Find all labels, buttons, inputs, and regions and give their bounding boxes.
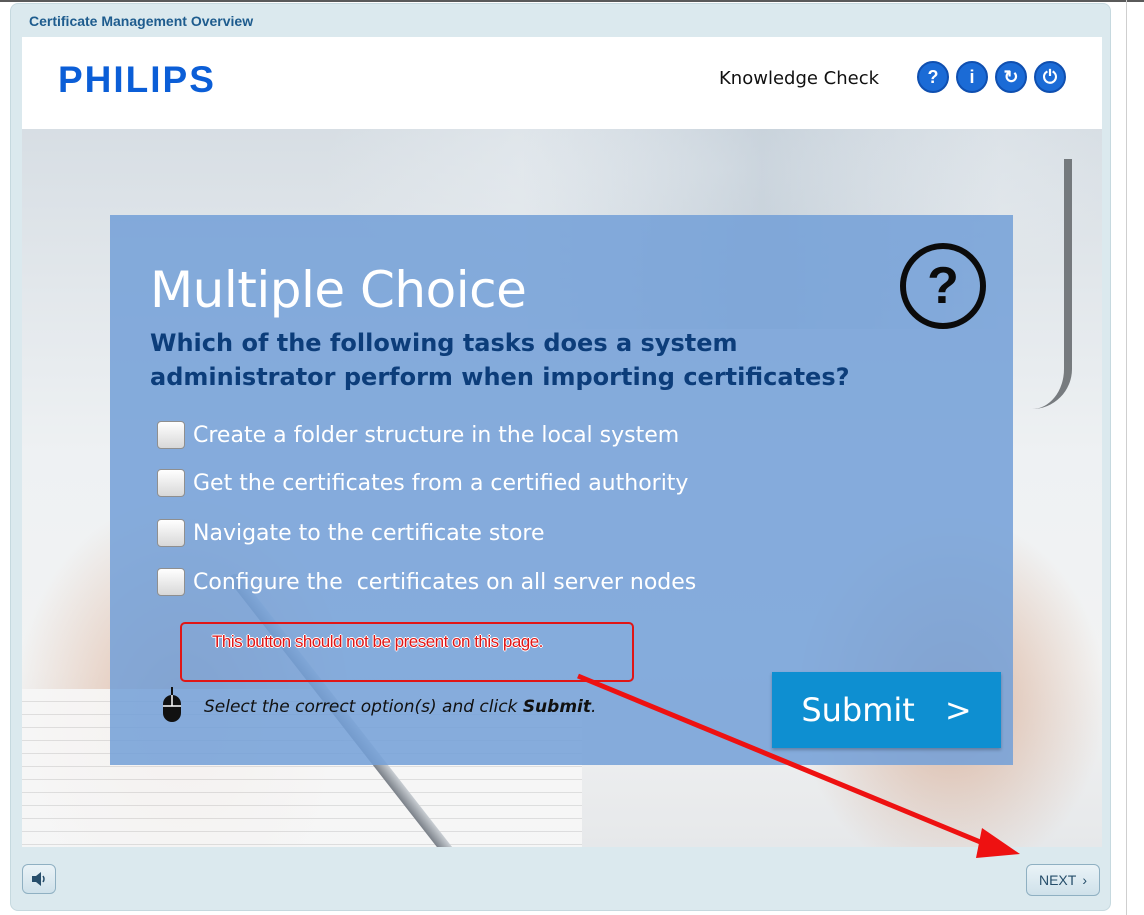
slide: PHILIPS Knowledge Check ? i ↻ ⏻ Multiple… <box>22 37 1102 847</box>
chevron-right-icon: > <box>944 691 972 729</box>
next-button[interactable]: NEXT › <box>1026 864 1100 896</box>
option-3[interactable]: Navigate to the certificate store <box>157 518 545 548</box>
chevron-right-icon: › <box>1082 872 1087 888</box>
option-checkbox[interactable] <box>157 519 185 547</box>
option-label: Create a folder structure in the local s… <box>193 422 680 448</box>
refresh-button[interactable]: ↻ <box>995 61 1027 93</box>
option-label: Navigate to the certificate store <box>193 520 545 546</box>
option-1[interactable]: Create a folder structure in the local s… <box>157 420 679 450</box>
right-border <box>1126 0 1127 915</box>
info-icon: i <box>969 66 975 87</box>
refresh-icon: ↻ <box>1003 66 1019 87</box>
philips-logo: PHILIPS <box>58 59 216 100</box>
option-label: Get the certificates from a certified au… <box>193 470 689 496</box>
exit-button[interactable]: ⏻ <box>1034 61 1066 93</box>
course-player: Certificate Management Overview PHILIPS … <box>10 3 1111 911</box>
question-circle-icon: ? <box>900 243 986 329</box>
top-border <box>0 0 1144 2</box>
option-checkbox[interactable] <box>157 568 185 596</box>
help-button[interactable]: ? <box>917 61 949 93</box>
question-panel: Multiple Choice ? Which of the following… <box>110 215 1013 765</box>
mouse-icon <box>163 687 181 722</box>
question-text: Which of the following tasks does a syst… <box>150 329 850 391</box>
instruction-hint: Select the correct option(s) and click S… <box>204 697 597 717</box>
option-label: Configure the certificates on all server… <box>193 569 697 595</box>
option-checkbox[interactable] <box>157 421 185 449</box>
annotation-text: This button should not be present on thi… <box>212 632 543 651</box>
info-button[interactable]: i <box>956 61 988 93</box>
section-label: Knowledge Check <box>719 68 880 89</box>
power-icon: ⏻ <box>1042 66 1058 87</box>
option-2[interactable]: Get the certificates from a certified au… <box>157 468 688 498</box>
option-checkbox[interactable] <box>157 469 185 497</box>
speaker-icon <box>32 872 45 886</box>
option-4[interactable]: Configure the certificates on all server… <box>157 567 696 597</box>
window-title: Certificate Management Overview <box>29 13 254 29</box>
stethoscope <box>1012 159 1072 409</box>
annotation-box: This button should not be present on thi… <box>180 622 634 682</box>
question-type-title: Multiple Choice <box>150 261 527 319</box>
submit-button[interactable]: Submit > <box>772 672 1001 748</box>
next-label: NEXT <box>1038 872 1077 888</box>
submit-label: Submit <box>801 691 915 729</box>
audio-button[interactable] <box>22 864 56 894</box>
help-icon: ? <box>927 66 939 87</box>
